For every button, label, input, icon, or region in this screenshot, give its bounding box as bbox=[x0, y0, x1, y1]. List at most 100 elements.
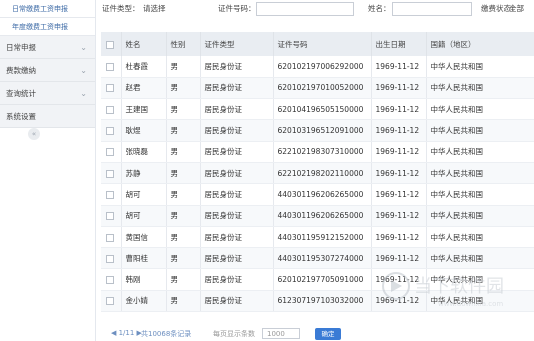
cell-birth-date: 1969-11-12 bbox=[371, 56, 427, 78]
table-row[interactable]: 黄国信男居民身份证 440301195912152000 1969-11-12 中华人… bbox=[101, 226, 534, 249]
cell-nationality: 中华人民共和国 bbox=[426, 141, 534, 163]
table-row[interactable]: 赵君男居民身份证 620102197010052000 1969-11-12 中华人民… bbox=[101, 77, 534, 100]
cell-gender: 男 bbox=[166, 290, 201, 313]
sidebar-group-query-stats[interactable]: 查询统计 ⌄ bbox=[0, 82, 95, 105]
cell-name: 杜春霞 bbox=[121, 56, 167, 78]
cell-birth-date: 1969-11-12 bbox=[371, 141, 427, 163]
cell-gender: 男 bbox=[166, 141, 201, 163]
cell-birth-date: 1969-11-12 bbox=[371, 162, 427, 185]
cell-name: 苏静 bbox=[121, 162, 167, 185]
row-checkbox[interactable] bbox=[101, 247, 122, 270]
table-row[interactable]: 胡可男居民身份证 440301196206265000 1969-11-12 中华人民… bbox=[101, 183, 534, 206]
table-header-row: 姓名 性别 证件类型 证件号码 出生日期 国籍（地区） bbox=[101, 32, 534, 56]
sidebar-group-daily-declare[interactable]: 日常申报 ⌄ bbox=[0, 36, 95, 59]
cell-nationality: 中华人民共和国 bbox=[426, 119, 534, 142]
cell-cert-type: 居民身份证 bbox=[200, 247, 274, 270]
cell-birth-date: 1969-11-12 bbox=[371, 98, 427, 121]
row-checkbox[interactable] bbox=[101, 290, 122, 313]
sidebar-item-daily-wage-declare[interactable]: 日常缴费工资申报 bbox=[0, 0, 95, 18]
cell-name: 耿煜 bbox=[121, 119, 167, 142]
cell-cert-no: 622102198202110000 bbox=[273, 162, 372, 185]
cell-birth-date: 1969-11-12 bbox=[371, 77, 427, 100]
cell-birth-date: 1969-11-12 bbox=[371, 247, 427, 270]
column-header-birth-date: 出生日期 bbox=[371, 32, 427, 56]
cell-cert-no: 620104196505150000 bbox=[273, 98, 372, 121]
site-watermark: 当下软件园 www.downxia.com bbox=[382, 272, 504, 308]
cell-gender: 男 bbox=[166, 56, 201, 78]
table-row[interactable]: 曹阳桂男居民身份证 440301195307274000 1969-11-12 中华人… bbox=[101, 247, 534, 270]
cell-cert-no: 440301195912152000 bbox=[273, 226, 372, 249]
cell-nationality: 中华人民共和国 bbox=[426, 162, 534, 185]
cell-name: 张晓磊 bbox=[121, 141, 167, 163]
cell-cert-no: 620103196512091000 bbox=[273, 119, 372, 142]
cell-cert-no: 440301196206265000 bbox=[273, 205, 372, 227]
row-checkbox[interactable] bbox=[101, 162, 122, 185]
cell-cert-no: 440301196206265000 bbox=[273, 183, 372, 206]
cell-nationality: 中华人民共和国 bbox=[426, 98, 534, 121]
cert-no-label: 证件号码： bbox=[218, 4, 256, 13]
table-row[interactable]: 王建国男居民身份证 620104196505150000 1969-11-12 中华人… bbox=[101, 98, 534, 121]
watermark-url: www.downxia.com bbox=[438, 300, 503, 308]
row-checkbox[interactable] bbox=[101, 226, 122, 249]
sidebar: 日常缴费工资申报 年度缴费工资申报 日常申报 ⌄ 费款缴纳 ⌄ 查询统计 ⌄ 系… bbox=[0, 0, 96, 341]
sidebar-group-fee-payment[interactable]: 费款缴纳 ⌄ bbox=[0, 59, 95, 82]
cell-cert-type: 居民身份证 bbox=[200, 290, 274, 313]
row-checkbox[interactable] bbox=[101, 98, 122, 121]
cell-cert-no: 622102198307310000 bbox=[273, 141, 372, 163]
sidebar-group-label: 系统设置 bbox=[6, 112, 36, 121]
table-row[interactable]: 杜春霞男居民身份证 620102197006292000 1969-11-12 中华人… bbox=[101, 56, 534, 78]
cert-type-select[interactable]: 请选择 bbox=[143, 4, 166, 14]
cert-type-label: 证件类型： bbox=[102, 4, 140, 13]
name-input[interactable] bbox=[392, 2, 472, 16]
cell-gender: 男 bbox=[166, 226, 201, 249]
cell-cert-no: 612307197103032000 bbox=[273, 290, 372, 313]
page-size-input[interactable]: 1000 bbox=[262, 328, 300, 339]
row-checkbox[interactable] bbox=[101, 141, 122, 163]
sidebar-group-label: 查询统计 bbox=[6, 89, 36, 98]
table-row[interactable]: 耿煜男居民身份证 620103196512091000 1969-11-12 中华人民… bbox=[101, 119, 534, 142]
page-nav[interactable]: ◀ 1/11 ▶ bbox=[111, 329, 142, 337]
row-checkbox[interactable] bbox=[101, 268, 122, 291]
column-header-gender: 性别 bbox=[166, 32, 201, 56]
cell-name: 王建国 bbox=[121, 98, 167, 121]
table-row[interactable]: 苏静男居民身份证 622102198202110000 1969-11-12 中华人民… bbox=[101, 162, 534, 185]
cell-nationality: 中华人民共和国 bbox=[426, 183, 534, 206]
cell-name: 黄国信 bbox=[121, 226, 167, 249]
watermark-text: 当下软件园 bbox=[414, 276, 504, 297]
cell-gender: 男 bbox=[166, 119, 201, 142]
cell-cert-no: 620102197010052000 bbox=[273, 77, 372, 100]
table-row[interactable]: 胡可男居民身份证 440301196206265000 1969-11-12 中华人民… bbox=[101, 205, 534, 227]
select-all-checkbox[interactable] bbox=[101, 32, 122, 56]
sidebar-item-annual-wage-declare[interactable]: 年度缴费工资申报 bbox=[0, 18, 95, 36]
row-checkbox[interactable] bbox=[101, 77, 122, 100]
cell-gender: 男 bbox=[166, 205, 201, 227]
cell-cert-type: 居民身份证 bbox=[200, 98, 274, 121]
table-row[interactable]: 张晓磊男居民身份证 622102198307310000 1969-11-12 中华人… bbox=[101, 141, 534, 163]
cell-nationality: 中华人民共和国 bbox=[426, 226, 534, 249]
column-header-cert-no: 证件号码 bbox=[273, 32, 372, 56]
cell-name: 金小婧 bbox=[121, 290, 167, 313]
cell-name: 曹阳桂 bbox=[121, 247, 167, 270]
row-checkbox[interactable] bbox=[101, 119, 122, 142]
cell-cert-type: 居民身份证 bbox=[200, 226, 274, 249]
sidebar-group-settings[interactable]: 系统设置 bbox=[0, 105, 95, 128]
row-checkbox[interactable] bbox=[101, 56, 122, 78]
cell-birth-date: 1969-11-12 bbox=[371, 183, 427, 206]
cell-cert-type: 居民身份证 bbox=[200, 56, 274, 78]
confirm-button[interactable]: 确定 bbox=[315, 328, 341, 340]
sidebar-group-label: 费款缴纳 bbox=[6, 66, 36, 75]
cell-cert-type: 居民身份证 bbox=[200, 268, 274, 291]
cell-name: 胡可 bbox=[121, 205, 167, 227]
cell-nationality: 中华人民共和国 bbox=[426, 56, 534, 78]
cell-cert-type: 居民身份证 bbox=[200, 119, 274, 142]
cert-no-input[interactable] bbox=[256, 2, 354, 16]
column-header-name: 姓名 bbox=[121, 32, 167, 56]
row-checkbox[interactable] bbox=[101, 205, 122, 227]
total-records: 共10068条记录 bbox=[141, 330, 192, 338]
cell-gender: 男 bbox=[166, 162, 201, 185]
cell-cert-no: 620102197006292000 bbox=[273, 56, 372, 78]
cell-nationality: 中华人民共和国 bbox=[426, 247, 534, 270]
row-checkbox[interactable] bbox=[101, 183, 122, 206]
status-select[interactable]: 全部 bbox=[509, 4, 524, 14]
collapse-sidebar-icon[interactable]: « bbox=[28, 128, 40, 140]
